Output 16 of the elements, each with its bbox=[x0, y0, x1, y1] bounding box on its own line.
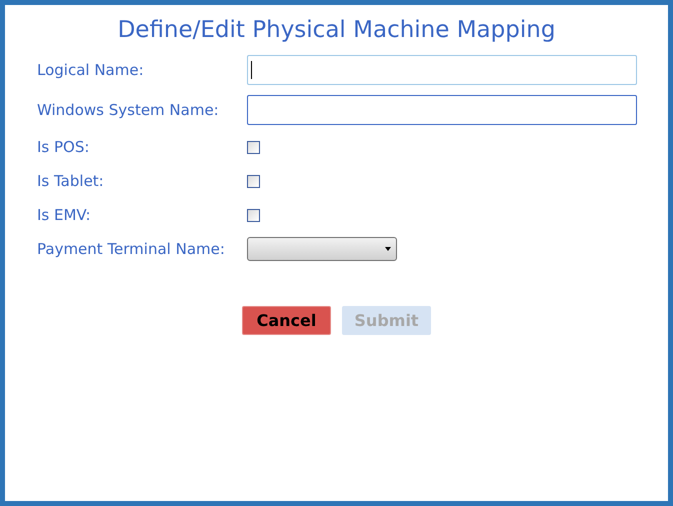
field-label: Windows System Name: bbox=[37, 100, 220, 121]
dialog-title: Define/Edit Physical Machine Mapping bbox=[116, 16, 556, 45]
checkbox[interactable] bbox=[247, 174, 260, 188]
dropdown[interactable] bbox=[247, 237, 397, 261]
caret-icon bbox=[385, 247, 391, 251]
field-label: Payment Terminal Name: bbox=[37, 238, 226, 260]
field-label: Is EMV: bbox=[37, 204, 92, 226]
checkbox[interactable] bbox=[247, 140, 260, 154]
input-field[interactable] bbox=[247, 55, 637, 85]
field-label: Logical Name: bbox=[37, 60, 145, 81]
checkbox[interactable] bbox=[247, 208, 260, 222]
text-caret bbox=[251, 61, 252, 79]
field-label: Is Tablet: bbox=[37, 170, 105, 192]
cancel-button[interactable]: Cancel bbox=[242, 306, 331, 335]
input-field[interactable] bbox=[247, 95, 637, 125]
field-label: Is POS: bbox=[37, 136, 90, 158]
